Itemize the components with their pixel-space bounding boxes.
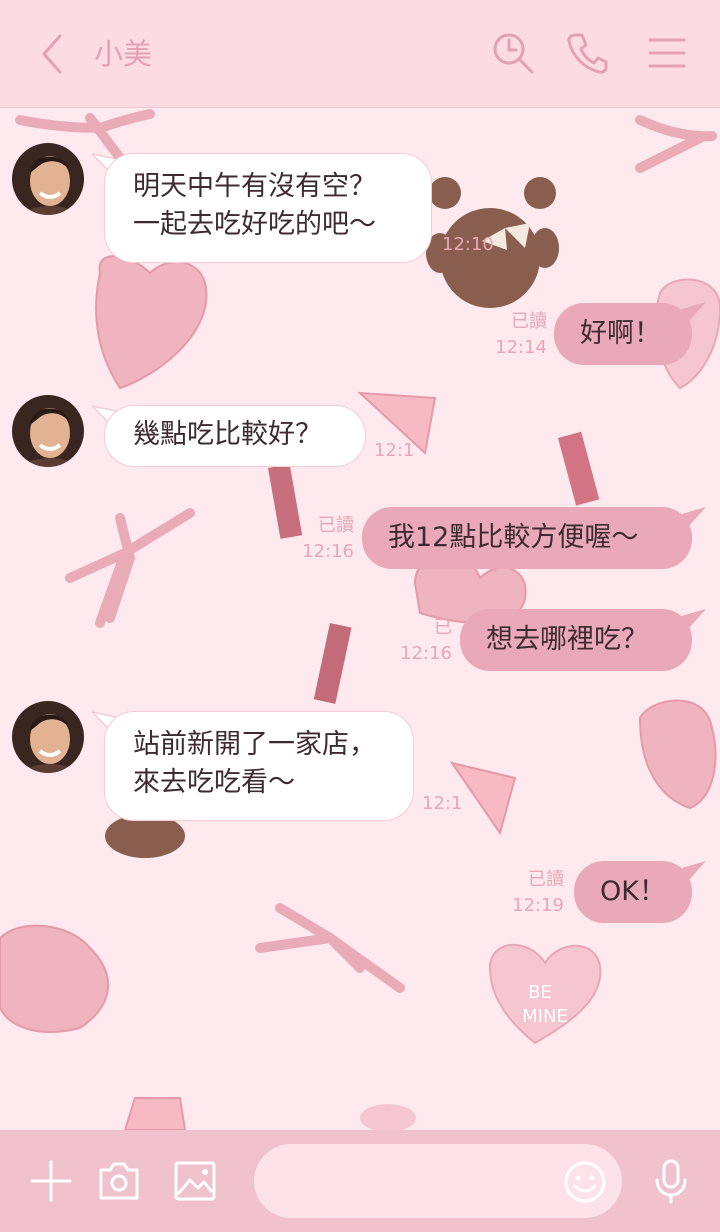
- message-bubble[interactable]: OK！: [574, 861, 692, 923]
- search-icon[interactable]: [490, 30, 536, 76]
- avatar-image: [12, 143, 84, 215]
- read-receipt: 已: [434, 617, 452, 638]
- message-bubble[interactable]: 我12點比較方便喔～: [362, 507, 692, 569]
- chat-title: 小美: [94, 37, 153, 71]
- image-icon[interactable]: [172, 1158, 218, 1204]
- message-time: 12:10: [442, 234, 494, 255]
- read-receipt: 已讀: [318, 515, 354, 536]
- avatar-image: [12, 395, 84, 467]
- bubble-tail: [678, 609, 706, 629]
- plus-icon[interactable]: [28, 1158, 74, 1204]
- message-bubble[interactable]: 明天中午有沒有空？ 一起去吃好吃的吧～: [104, 153, 432, 263]
- message-bubble[interactable]: 好啊！: [554, 303, 692, 365]
- avatar-image: [12, 701, 84, 773]
- bubble-tail: [678, 302, 706, 322]
- message-time: 12:16: [302, 541, 354, 562]
- message-time: 12:1: [422, 793, 463, 814]
- avatar[interactable]: [12, 701, 84, 773]
- menu-icon[interactable]: [644, 30, 690, 76]
- chevron-left-icon[interactable]: [34, 32, 70, 76]
- message-time: 12:14: [495, 337, 547, 358]
- be-mine-text-2: MINE: [522, 1006, 568, 1027]
- camera-icon[interactable]: [96, 1158, 142, 1204]
- be-mine-text-1: BE: [528, 982, 552, 1003]
- message-time: 12:19: [512, 895, 564, 916]
- bubble-tail: [678, 861, 706, 881]
- avatar[interactable]: [12, 143, 84, 215]
- phone-icon[interactable]: [564, 30, 610, 76]
- chat-header: 小美: [0, 0, 720, 108]
- message-bubble[interactable]: 幾點吃比較好？: [104, 405, 366, 467]
- bubble-tail: [678, 507, 706, 527]
- message-bubble[interactable]: 想去哪裡吃？: [460, 609, 692, 671]
- message-composer: [0, 1130, 720, 1232]
- message-time: 12:16: [400, 643, 452, 664]
- message-time: 12:1: [374, 440, 415, 461]
- read-receipt: 已讀: [528, 869, 564, 890]
- emoji-icon[interactable]: [563, 1160, 607, 1204]
- message-bubble[interactable]: 站前新開了一家店， 來去吃吃看～: [104, 711, 414, 821]
- avatar[interactable]: [12, 395, 84, 467]
- microphone-icon[interactable]: [648, 1158, 694, 1204]
- read-receipt: 已讀: [511, 311, 547, 332]
